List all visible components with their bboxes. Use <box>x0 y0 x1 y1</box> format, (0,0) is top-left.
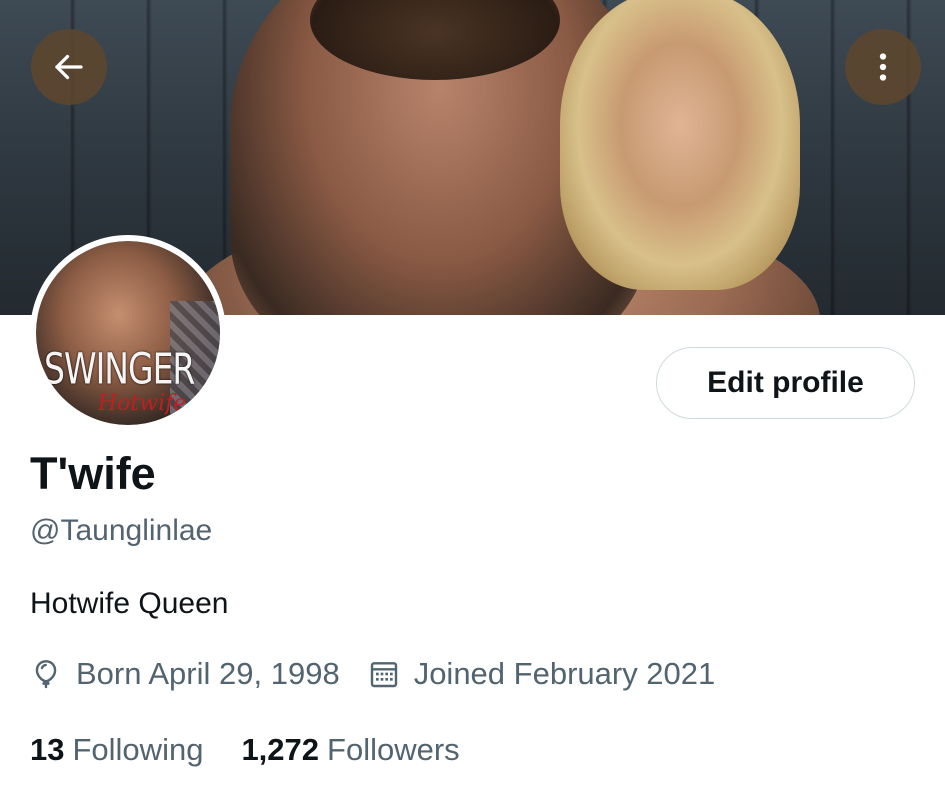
profile-avatar[interactable]: SWINGER Hotwife <box>30 235 226 431</box>
more-vertical-icon <box>879 53 887 81</box>
profile-meta: Born April 29, 1998 Joined February 2021 <box>30 656 715 692</box>
avatar-image: SWINGER Hotwife <box>36 241 220 425</box>
following-label: Following <box>72 732 204 767</box>
joined-date-item: Joined February 2021 <box>368 656 716 692</box>
more-options-button[interactable] <box>845 29 921 105</box>
edit-profile-button[interactable]: Edit profile <box>656 347 915 419</box>
followers-label: Followers <box>327 732 460 767</box>
avatar-script-text: Hotwife <box>98 391 187 416</box>
bio-text: Hotwife Queen <box>30 587 229 620</box>
display-name: T'wife <box>30 448 156 499</box>
balloon-icon <box>35 660 57 689</box>
following-link[interactable]: 13 Following <box>30 732 203 768</box>
banner-figure-woman <box>560 0 800 290</box>
birthdate-text: Born April 29, 1998 <box>76 656 340 691</box>
followers-link[interactable]: 1,272 Followers <box>241 732 459 768</box>
calendar-icon <box>370 662 397 688</box>
back-button[interactable] <box>31 29 107 105</box>
user-handle: @Taunglinlae <box>30 514 213 547</box>
joined-date-text: Joined February 2021 <box>413 656 716 691</box>
followers-count: 1,272 <box>241 732 320 767</box>
birthdate-item: Born April 29, 1998 <box>30 656 340 692</box>
following-count: 13 <box>30 732 65 767</box>
avatar-title-text: SWINGER <box>44 343 195 394</box>
arrow-left-icon <box>55 54 83 80</box>
follow-stats: 13 Following 1,272 Followers <box>30 732 460 768</box>
